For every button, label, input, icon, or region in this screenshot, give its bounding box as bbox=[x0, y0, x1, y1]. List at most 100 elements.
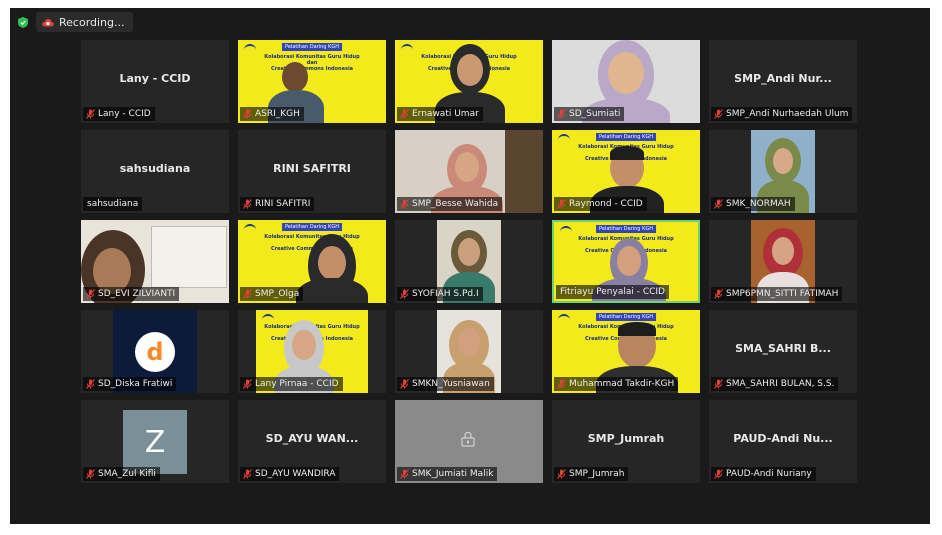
participant-tile[interactable]: SMP_Besse Wahida bbox=[395, 130, 543, 213]
meeting-window: Recording... Lany - CCID Lany - CCID Pel… bbox=[10, 8, 930, 524]
participant-label: SMK_Jumiati Malik bbox=[397, 467, 498, 481]
muted-mic-icon bbox=[400, 469, 409, 479]
muted-mic-icon bbox=[400, 109, 409, 119]
participant-label: SD_EVI ZILVIANTI bbox=[83, 287, 180, 301]
participant-name: sahsudiana bbox=[87, 199, 139, 209]
slide-header: Pelatihan Daring KGH bbox=[596, 133, 656, 141]
muted-mic-icon bbox=[400, 289, 409, 299]
participant-face bbox=[458, 238, 480, 266]
participant-label: Raymond - CCID bbox=[554, 197, 647, 211]
muted-mic-icon bbox=[243, 199, 252, 209]
participant-tile-active-speaker[interactable]: Pelatihan Daring KGH Kolaborasi Komunita… bbox=[552, 220, 700, 303]
recording-indicator[interactable]: Recording... bbox=[36, 12, 133, 32]
muted-mic-icon bbox=[86, 109, 95, 119]
participant-tile[interactable]: SMK_NORMAH bbox=[709, 130, 857, 213]
slide-header: Pelatihan Daring KGH bbox=[282, 223, 342, 231]
participant-tile[interactable]: SMP6PMN_SITTI FATIMAH bbox=[709, 220, 857, 303]
participant-label: SD_Sumiati bbox=[554, 107, 625, 121]
participant-name: SMP6PMN_SITTI FATIMAH bbox=[726, 289, 839, 299]
participant-label: ASRI_KGH bbox=[240, 107, 304, 121]
participant-label: SMK_NORMAH bbox=[711, 197, 795, 211]
participant-label: SD_AYU WANDIRA bbox=[240, 467, 340, 481]
participant-label: Muhammad Takdir-KGH bbox=[554, 377, 679, 391]
participant-name: Ernawati Umar bbox=[412, 109, 479, 119]
participant-tile[interactable]: Lany - CCID Lany - CCID bbox=[81, 40, 229, 123]
avatar-letter: Z bbox=[144, 424, 166, 460]
muted-mic-icon bbox=[86, 379, 95, 389]
muted-mic-icon bbox=[557, 109, 566, 119]
participant-tile[interactable]: Pelatihan Daring KGH Kolaborasi Komunita… bbox=[238, 220, 386, 303]
participant-tile[interactable]: d SD_Diska Fratiwi bbox=[81, 310, 229, 393]
participant-label: sahsudiana bbox=[83, 197, 143, 211]
muted-mic-icon bbox=[714, 199, 723, 209]
lock-icon bbox=[461, 431, 475, 447]
muted-mic-icon bbox=[557, 469, 566, 479]
participant-name-center: sahsudiana bbox=[119, 162, 191, 175]
top-bar: Recording... bbox=[10, 8, 930, 36]
participant-name: Raymond - CCID bbox=[569, 199, 643, 209]
participant-name: ASRI_KGH bbox=[255, 109, 300, 119]
muted-mic-icon bbox=[557, 199, 566, 209]
participant-label: SD_Diska Fratiwi bbox=[83, 377, 177, 391]
muted-mic-icon bbox=[243, 469, 252, 479]
participant-tile[interactable]: Pelatihan Daring KGH Kolaborasi Komunita… bbox=[552, 310, 700, 393]
participant-hair bbox=[618, 322, 656, 336]
muted-mic-icon bbox=[714, 379, 723, 389]
participant-hair bbox=[610, 146, 644, 160]
participant-tile[interactable]: SMA_SAHRI B... SMA_SAHRI BULAN, S.S. bbox=[709, 310, 857, 393]
muted-mic-icon bbox=[86, 469, 95, 479]
participant-name: SMA_SAHRI BULAN, S.S. bbox=[726, 379, 835, 389]
participant-tile[interactable]: SMK_Jumiati Malik bbox=[395, 400, 543, 483]
ccid-logo-icon bbox=[558, 314, 570, 322]
participant-label: SMKN_Yusniawan bbox=[397, 377, 494, 391]
participant-name-center: SMP_Jumrah bbox=[587, 432, 665, 445]
participant-label: Lany - CCID bbox=[83, 107, 155, 121]
participant-tile[interactable]: PAUD-Andi Nu... PAUD-Andi Nuriany bbox=[709, 400, 857, 483]
room-background bbox=[505, 130, 543, 213]
participant-tile[interactable]: Kolaborasi Komunitas Guru Hidup Creative… bbox=[395, 40, 543, 123]
participant-tile[interactable]: SMKN_Yusniawan bbox=[395, 310, 543, 393]
slide-line: Creative Commons Indonesia bbox=[270, 66, 354, 72]
muted-mic-icon bbox=[400, 379, 409, 389]
participant-tile[interactable]: Pelatihan Daring KGH Kolaborasi Komunita… bbox=[552, 130, 700, 213]
participant-name: Lany - CCID bbox=[98, 109, 151, 119]
participant-tile[interactable]: SMP_Jumrah SMP_Jumrah bbox=[552, 400, 700, 483]
participant-name: Muhammad Takdir-KGH bbox=[569, 379, 675, 389]
muted-mic-icon bbox=[714, 289, 723, 299]
participant-face bbox=[617, 246, 641, 276]
participant-body bbox=[296, 278, 368, 303]
muted-mic-icon bbox=[243, 289, 252, 299]
ccid-logo-icon bbox=[560, 226, 572, 234]
participant-tile[interactable]: SD_EVI ZILVIANTI bbox=[81, 220, 229, 303]
participant-name: SMK_NORMAH bbox=[726, 199, 791, 209]
participant-tile[interactable]: Z SMA_Zul Kifli bbox=[81, 400, 229, 483]
muted-mic-icon bbox=[557, 379, 566, 389]
participant-tile[interactable]: sahsudiana sahsudiana bbox=[81, 130, 229, 213]
ccid-logo-icon bbox=[262, 314, 274, 322]
participant-tile[interactable]: SMP_Andi Nur... SMP_Andi Nurhaedah Ulum bbox=[709, 40, 857, 123]
participant-name-center: Lany - CCID bbox=[119, 72, 191, 85]
ccid-logo-icon bbox=[244, 224, 256, 232]
participant-name: Fitriayu Penyalai - CCID bbox=[560, 287, 665, 297]
participant-name: SD_EVI ZILVIANTI bbox=[98, 289, 176, 299]
participant-name: SMP_Olga bbox=[255, 289, 300, 299]
participant-name: SMP_Jumrah bbox=[569, 469, 625, 479]
participant-label: Ernawati Umar bbox=[397, 107, 483, 121]
participant-name: SD_Diska Fratiwi bbox=[98, 379, 173, 389]
muted-mic-icon bbox=[243, 109, 252, 119]
participant-tile[interactable]: RINI SAFITRI RINI SAFITRI bbox=[238, 130, 386, 213]
slide-header: Pelatihan Daring KGH bbox=[596, 225, 656, 233]
muted-mic-icon bbox=[86, 289, 95, 299]
participant-tile[interactable]: SD_AYU WAN... SD_AYU WANDIRA bbox=[238, 400, 386, 483]
participant-name-center: RINI SAFITRI bbox=[273, 162, 351, 175]
participant-tile[interactable]: SD_Sumiati bbox=[552, 40, 700, 123]
participant-label: PAUD-Andi Nuriany bbox=[711, 467, 816, 481]
participant-face bbox=[608, 52, 644, 94]
participant-tile[interactable]: Pelatihan Daring KGH Kolaborasi Komunita… bbox=[238, 40, 386, 123]
ccid-logo-icon bbox=[244, 44, 256, 52]
muted-mic-icon bbox=[243, 379, 252, 389]
participant-tile[interactable]: Kolaborasi Komunitas Guru Hidup Creative… bbox=[238, 310, 386, 393]
participant-tile[interactable]: SYOFIAH S.Pd.I bbox=[395, 220, 543, 303]
security-shield-icon[interactable] bbox=[18, 17, 28, 28]
muted-mic-icon bbox=[400, 199, 409, 209]
